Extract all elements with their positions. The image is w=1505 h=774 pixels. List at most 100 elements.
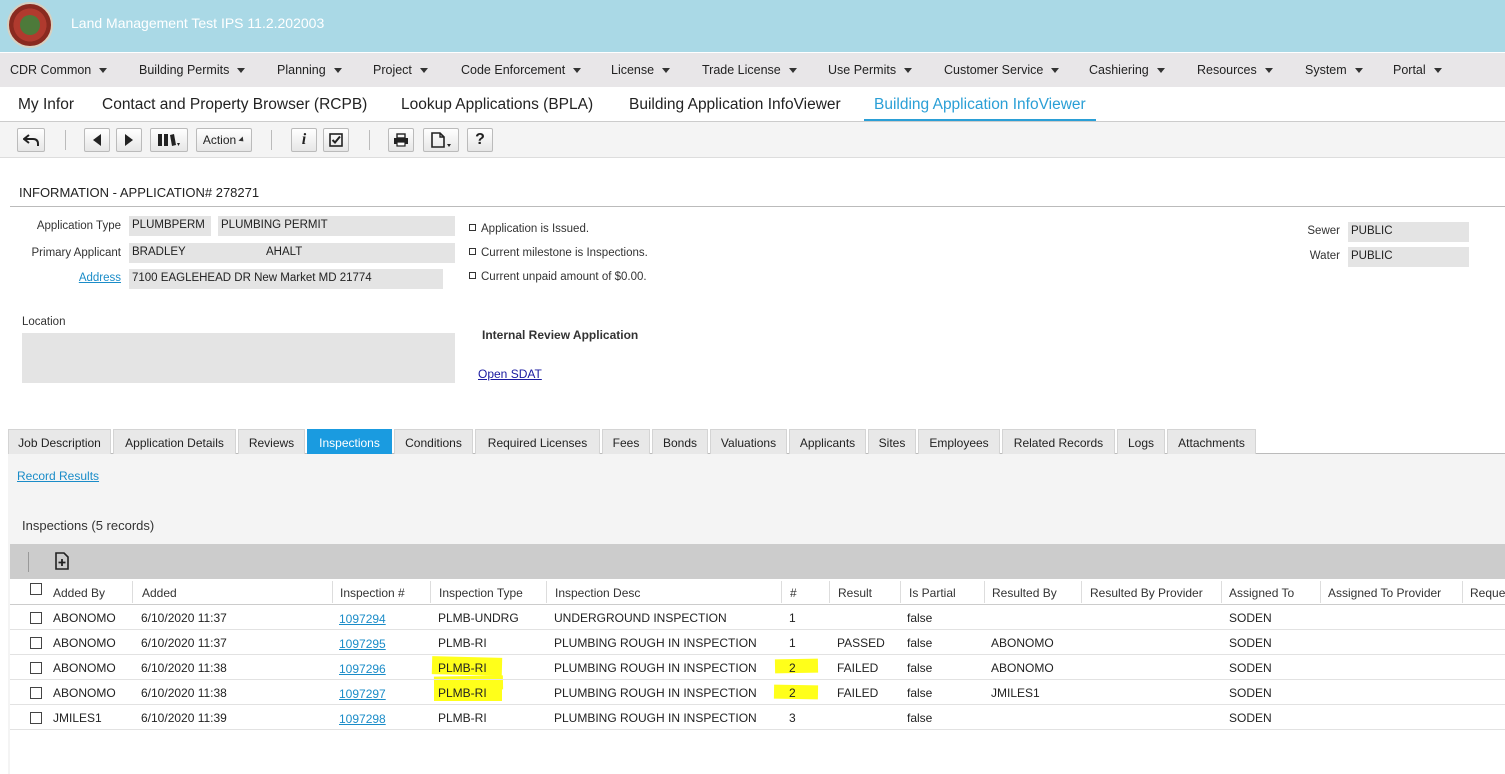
tab-attachments[interactable]: Attachments	[1167, 429, 1256, 454]
menu-resources[interactable]: Resources	[1197, 63, 1273, 77]
menu-planning[interactable]: Planning	[277, 63, 342, 77]
menu-label: Cashiering	[1089, 63, 1149, 77]
menu-label: System	[1305, 63, 1347, 77]
tab-reviews[interactable]: Reviews	[238, 429, 305, 454]
help-button[interactable]: ?	[467, 128, 493, 152]
column-added[interactable]: Added	[142, 586, 177, 600]
address-link[interactable]: Address	[22, 272, 121, 284]
document-menu-button[interactable]	[423, 128, 459, 152]
column-divider	[1462, 581, 1463, 603]
inspection-number-link[interactable]: 1097298	[339, 712, 386, 726]
menu-cdr-common[interactable]: CDR Common	[10, 63, 108, 77]
tab-bpla[interactable]: Lookup Applications (BPLA)	[401, 96, 593, 114]
print-button[interactable]	[388, 128, 414, 152]
checklist-button[interactable]	[323, 128, 349, 152]
caret-down-icon	[1156, 68, 1165, 74]
inspection-number-link[interactable]: 1097295	[339, 637, 386, 651]
row-checkbox[interactable]	[30, 612, 42, 624]
tab-infoviewer-active[interactable]: Building Application InfoViewer	[874, 96, 1086, 114]
menu-portal[interactable]: Portal	[1393, 63, 1442, 77]
tab-logs[interactable]: Logs	[1117, 429, 1165, 454]
table-row[interactable]: ABONOMO 6/10/2020 11:38 1097296 PLMB-RI …	[10, 655, 1505, 680]
menu-system[interactable]: System	[1305, 63, 1363, 77]
column-inspection-desc[interactable]: Inspection Desc	[555, 586, 640, 600]
info-section-title: INFORMATION - APPLICATION# 278271	[19, 185, 260, 200]
cell-count: 1	[789, 611, 796, 625]
record-results-link[interactable]: Record Results	[17, 469, 99, 483]
column-added-by[interactable]: Added By	[53, 586, 105, 600]
cell-count: 1	[789, 636, 796, 650]
menu-license[interactable]: License	[611, 63, 671, 77]
tab-valuations[interactable]: Valuations	[710, 429, 787, 454]
row-checkbox[interactable]	[30, 637, 42, 649]
internal-review-heading: Internal Review Application	[482, 328, 639, 342]
tab-my-infor[interactable]: My Infor	[18, 96, 74, 114]
tab-fees[interactable]: Fees	[602, 429, 650, 454]
cell-assigned-to: SODEN	[1229, 636, 1272, 650]
tab-job-description[interactable]: Job Description	[8, 429, 111, 454]
table-row[interactable]: ABONOMO 6/10/2020 11:38 1097297 PLMB-RI …	[10, 680, 1505, 705]
open-sdat-link[interactable]: Open SDAT	[478, 367, 542, 381]
table-row[interactable]: ABONOMO 6/10/2020 11:37 1097295 PLMB-RI …	[10, 630, 1505, 655]
tab-applicants[interactable]: Applicants	[789, 429, 866, 454]
column-is-partial[interactable]: Is Partial	[909, 586, 956, 600]
cell-added: 6/10/2020 11:37	[141, 636, 227, 650]
column-assigned-to-provider[interactable]: Assigned To Provider	[1328, 586, 1441, 600]
menu-code-enforcement[interactable]: Code Enforcement	[461, 63, 582, 77]
caret-down-icon	[1354, 68, 1363, 74]
tab-required-licenses[interactable]: Required Licenses	[475, 429, 600, 454]
menu-label: CDR Common	[10, 63, 92, 77]
cell-inspection-desc: UNDERGROUND INSPECTION	[554, 611, 727, 625]
tab-infoviewer[interactable]: Building Application InfoViewer	[629, 96, 841, 114]
column-result[interactable]: Result	[838, 586, 872, 600]
cell-resulted-by: JMILES1	[991, 686, 1040, 700]
library-menu-button[interactable]	[150, 128, 188, 152]
action-menu-button[interactable]: Action	[196, 128, 252, 152]
status-issued: Application is Issued.	[469, 223, 589, 235]
column-resulted-by-provider[interactable]: Resulted By Provider	[1090, 586, 1203, 600]
menu-use-permits[interactable]: Use Permits	[828, 63, 913, 77]
previous-button[interactable]	[84, 128, 110, 152]
column-assigned-to[interactable]: Assigned To	[1229, 586, 1294, 600]
menu-project[interactable]: Project	[373, 63, 428, 77]
tab-bonds[interactable]: Bonds	[652, 429, 708, 454]
tab-application-details[interactable]: Application Details	[113, 429, 236, 454]
triangle-right-icon	[125, 134, 133, 146]
tab-conditions[interactable]: Conditions	[394, 429, 473, 454]
cell-resulted-by: ABONOMO	[991, 636, 1054, 650]
tab-rcpb[interactable]: Contact and Property Browser (RCPB)	[102, 96, 367, 114]
inspection-number-link[interactable]: 1097296	[339, 662, 386, 676]
table-row[interactable]: JMILES1 6/10/2020 11:39 1097298 PLMB-RI …	[10, 705, 1505, 730]
menu-building-permits[interactable]: Building Permits	[139, 63, 246, 77]
inspection-number-link[interactable]: 1097297	[339, 687, 386, 701]
sewer-field: PUBLIC	[1348, 222, 1469, 242]
inspection-number-link[interactable]: 1097294	[339, 612, 386, 626]
column-requested[interactable]: Reque	[1470, 586, 1505, 600]
column-inspection-type[interactable]: Inspection Type	[439, 586, 523, 600]
tab-employees[interactable]: Employees	[918, 429, 1000, 454]
row-checkbox[interactable]	[30, 712, 42, 724]
action-label: Action	[202, 133, 237, 147]
main-menubar: CDR Common Building Permits Planning Pro…	[0, 53, 1505, 87]
caret-down-icon	[419, 68, 428, 74]
column-resulted-by[interactable]: Resulted By	[992, 586, 1057, 600]
back-button[interactable]	[17, 128, 45, 152]
row-checkbox[interactable]	[30, 687, 42, 699]
table-row[interactable]: ABONOMO 6/10/2020 11:37 1097294 PLMB-UND…	[10, 605, 1505, 630]
tab-related-records[interactable]: Related Records	[1002, 429, 1115, 454]
add-inspection-button[interactable]	[54, 552, 70, 575]
caret-down-icon	[904, 68, 913, 74]
row-checkbox[interactable]	[30, 662, 42, 674]
menu-trade-license[interactable]: Trade License	[702, 63, 797, 77]
tab-inspections[interactable]: Inspections	[307, 429, 392, 454]
bullet-square-icon	[469, 272, 476, 279]
menu-cashiering[interactable]: Cashiering	[1089, 63, 1165, 77]
select-all-checkbox[interactable]	[30, 583, 42, 595]
next-button[interactable]	[116, 128, 142, 152]
column-inspection-number[interactable]: Inspection #	[340, 586, 405, 600]
tab-sites[interactable]: Sites	[868, 429, 916, 454]
column-count[interactable]: #	[790, 586, 797, 600]
location-field[interactable]	[22, 333, 455, 383]
info-button[interactable]: i	[291, 128, 317, 152]
menu-customer-service[interactable]: Customer Service	[944, 63, 1060, 77]
